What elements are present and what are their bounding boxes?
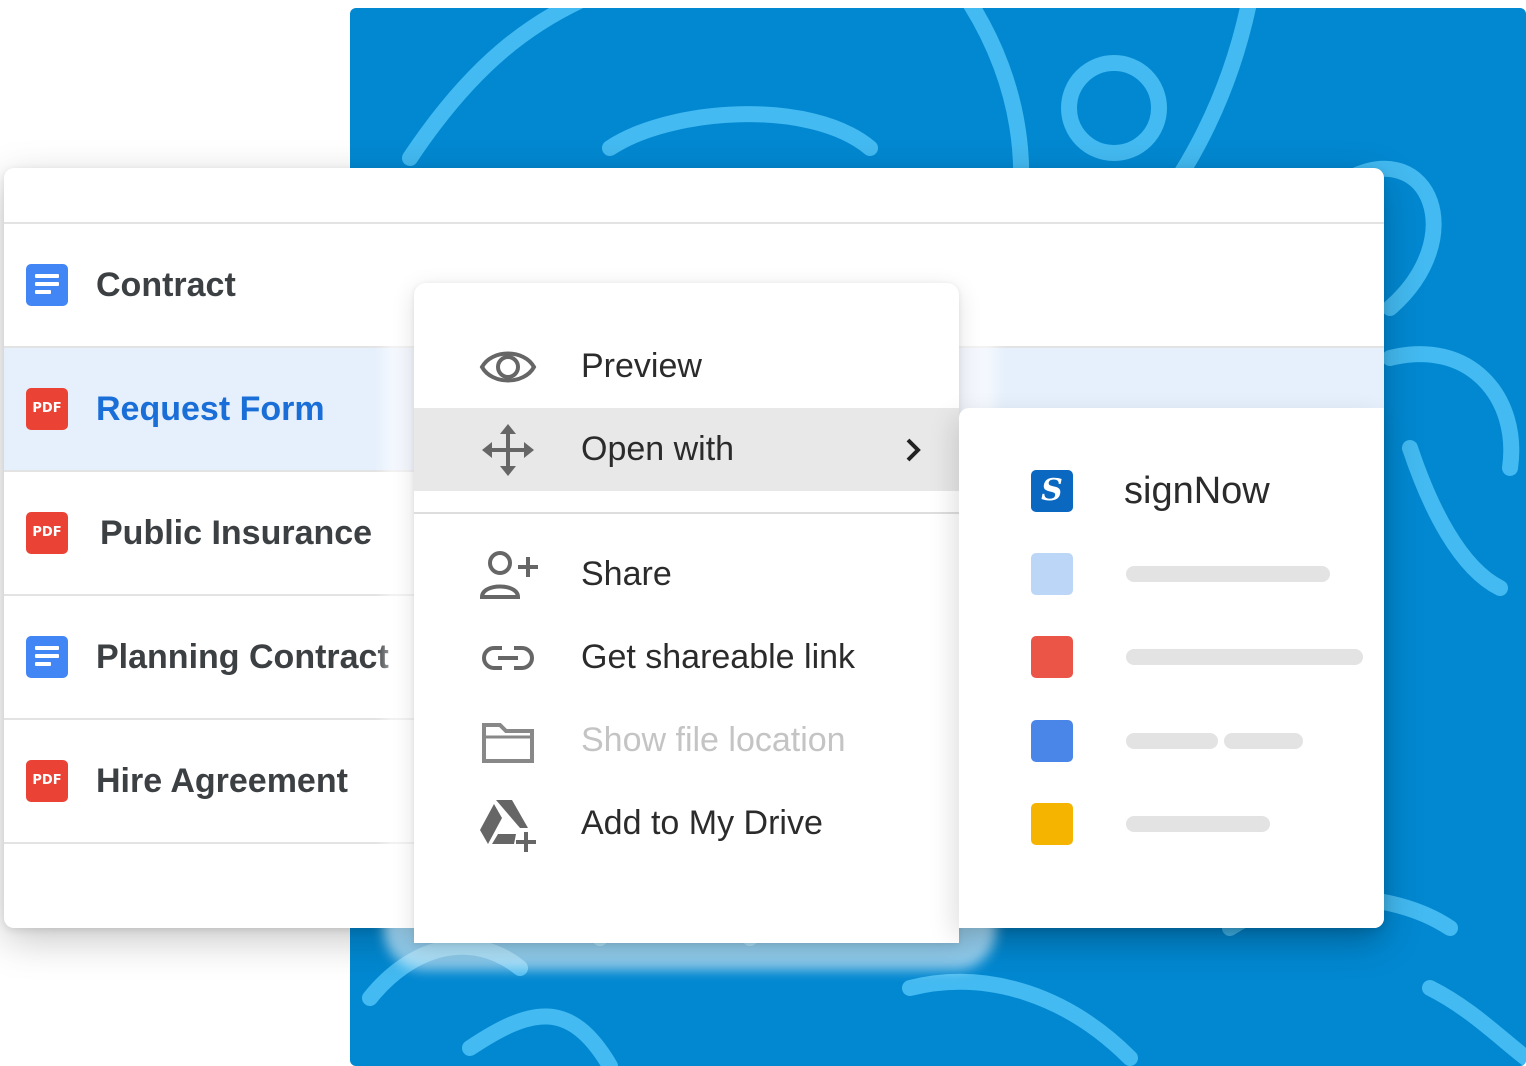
submenu-item-signnow[interactable]: S signNow xyxy=(959,456,1384,526)
menu-item-get-link[interactable]: Get shareable link xyxy=(414,616,959,699)
menu-item-share[interactable]: Share xyxy=(414,533,959,616)
google-doc-icon xyxy=(26,264,68,306)
menu-item-label: Share xyxy=(581,555,672,593)
placeholder-label xyxy=(1224,733,1303,749)
file-name: Public Insurance xyxy=(100,514,373,552)
pdf-icon: PDF xyxy=(26,760,68,802)
placeholder-label xyxy=(1126,733,1218,749)
placeholder-label xyxy=(1126,566,1330,582)
move-arrows-icon xyxy=(482,424,534,476)
open-with-submenu: S signNow xyxy=(959,408,1384,928)
drive-add-icon xyxy=(480,800,536,852)
chevron-right-icon xyxy=(906,438,921,462)
app-placeholder-icon xyxy=(1031,720,1073,762)
signnow-logo-icon: S xyxy=(1031,470,1073,512)
link-icon xyxy=(482,646,534,670)
context-menu: Preview Open with Share Get shareable li… xyxy=(414,283,959,943)
app-placeholder-icon xyxy=(1031,553,1073,595)
submenu-item-app-3[interactable] xyxy=(959,622,1384,692)
menu-item-open-with[interactable]: Open with xyxy=(414,408,959,491)
placeholder-label xyxy=(1126,649,1363,665)
app-label: signNow xyxy=(1124,470,1270,512)
menu-item-label: Show file location xyxy=(581,721,846,759)
app-placeholder-icon xyxy=(1031,803,1073,845)
submenu-item-app-5[interactable] xyxy=(959,789,1384,859)
file-name: Contract xyxy=(96,266,236,304)
menu-item-label: Preview xyxy=(581,347,702,385)
file-name: Request Form xyxy=(96,390,325,428)
signnow-logo-letter: S xyxy=(1041,473,1063,508)
menu-item-preview[interactable]: Preview xyxy=(414,325,959,408)
eye-icon xyxy=(479,351,537,383)
file-name: Planning Contract xyxy=(96,638,389,676)
file-name: Hire Agreement xyxy=(96,762,348,800)
menu-item-label: Open with xyxy=(581,430,735,468)
app-placeholder-icon xyxy=(1031,636,1073,678)
add-person-icon xyxy=(479,551,538,599)
submenu-item-app-4[interactable] xyxy=(959,706,1384,776)
submenu-item-app-2[interactable] xyxy=(959,539,1384,609)
menu-item-label: Get shareable link xyxy=(581,638,856,676)
pdf-icon: PDF xyxy=(26,512,68,554)
menu-item-show-location[interactable]: Show file location xyxy=(414,699,959,782)
menu-item-label: Add to My Drive xyxy=(581,804,823,842)
menu-divider xyxy=(414,512,959,514)
placeholder-label xyxy=(1126,816,1270,832)
folder-icon xyxy=(482,723,534,763)
menu-item-add-to-drive[interactable]: Add to My Drive xyxy=(414,782,959,865)
pdf-icon: PDF xyxy=(26,388,68,430)
google-doc-icon xyxy=(26,636,68,678)
